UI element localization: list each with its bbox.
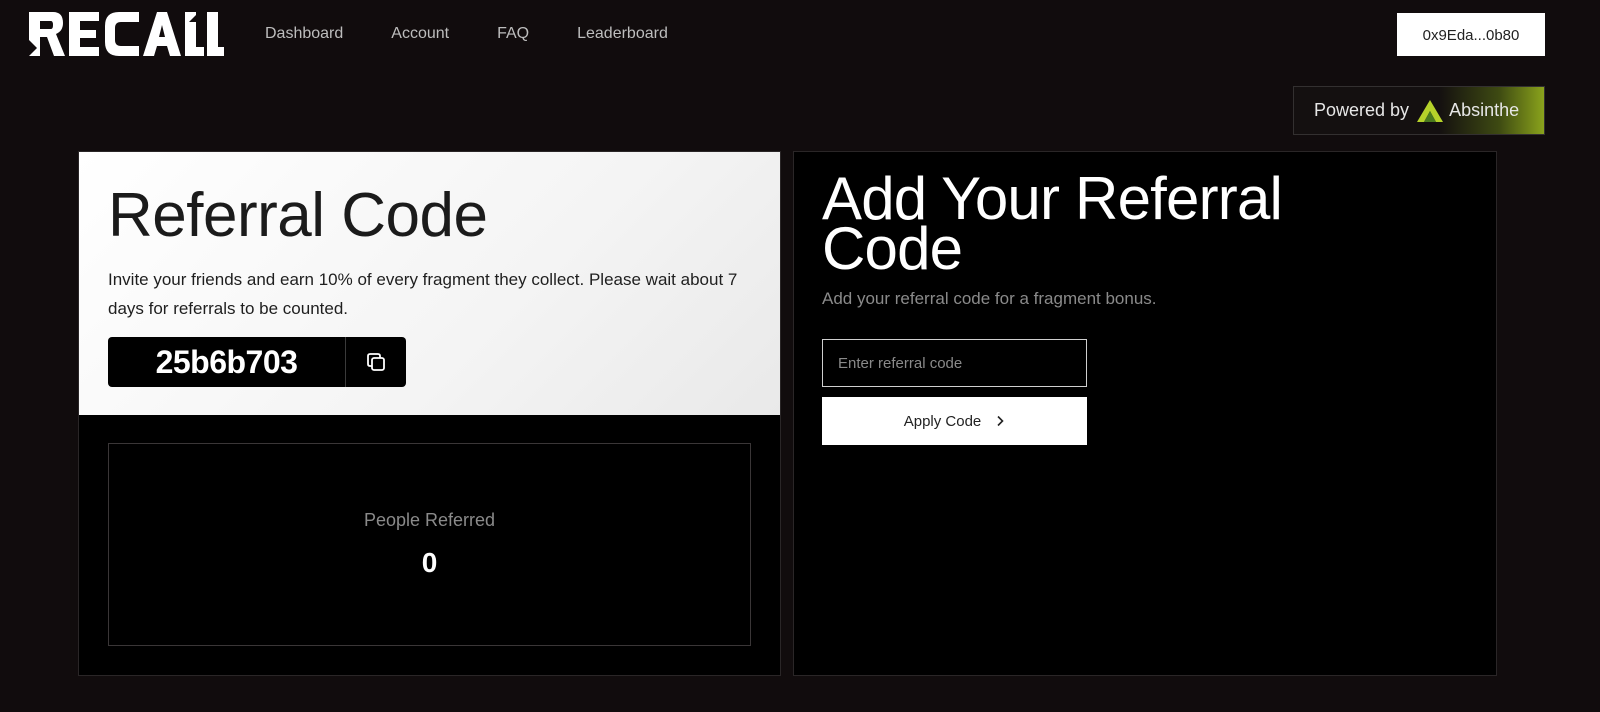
referral-code-card: Referral Code Invite your friends and ea… xyxy=(79,152,780,415)
referral-code-value: 25b6b703 xyxy=(155,344,298,380)
add-referral-subtitle: Add your referral code for a fragment bo… xyxy=(822,289,1157,308)
apply-code-label: Apply Code xyxy=(903,412,982,430)
apply-code-button[interactable]: Apply Code xyxy=(822,397,1087,445)
powered-by-brand: Absinthe xyxy=(1449,100,1520,120)
add-referral-title: Add Your Referral Code xyxy=(822,165,1283,282)
copy-icon xyxy=(367,353,385,371)
people-referred-card: People Referred 0 xyxy=(108,443,751,646)
referral-description: Invite your friends and earn 10% of ever… xyxy=(108,270,738,318)
powered-by-badge[interactable]: Powered by Absinthe xyxy=(1293,86,1545,135)
recall-logo[interactable] xyxy=(29,10,224,58)
absinthe-logo-icon xyxy=(1417,99,1444,122)
chevron-right-icon xyxy=(997,415,1004,427)
main-nav: Dashboard Account FAQ Leaderboard xyxy=(265,24,716,44)
nav-faq[interactable]: FAQ xyxy=(497,24,529,44)
nav-dashboard[interactable]: Dashboard xyxy=(265,24,343,44)
referral-code-title: Referral Code xyxy=(108,181,488,250)
people-referred-label: People Referred xyxy=(363,510,496,530)
wallet-address-button[interactable]: 0x9Eda...0b80 xyxy=(1397,13,1545,56)
people-referred-count: 0 xyxy=(421,547,438,578)
top-header: Dashboard Account FAQ Leaderboard 0x9Eda… xyxy=(0,0,1600,70)
referral-code-box: 25b6b703 xyxy=(108,337,406,387)
referral-code-panel: Referral Code Invite your friends and ea… xyxy=(78,151,781,676)
nav-account[interactable]: Account xyxy=(391,24,449,44)
add-referral-panel: Add Your Referral Code Add your referral… xyxy=(793,151,1497,676)
referral-code-input[interactable] xyxy=(822,339,1087,387)
copy-code-button[interactable] xyxy=(345,337,406,387)
powered-by-prefix: Powered by xyxy=(1314,100,1410,120)
nav-leaderboard[interactable]: Leaderboard xyxy=(577,24,668,44)
